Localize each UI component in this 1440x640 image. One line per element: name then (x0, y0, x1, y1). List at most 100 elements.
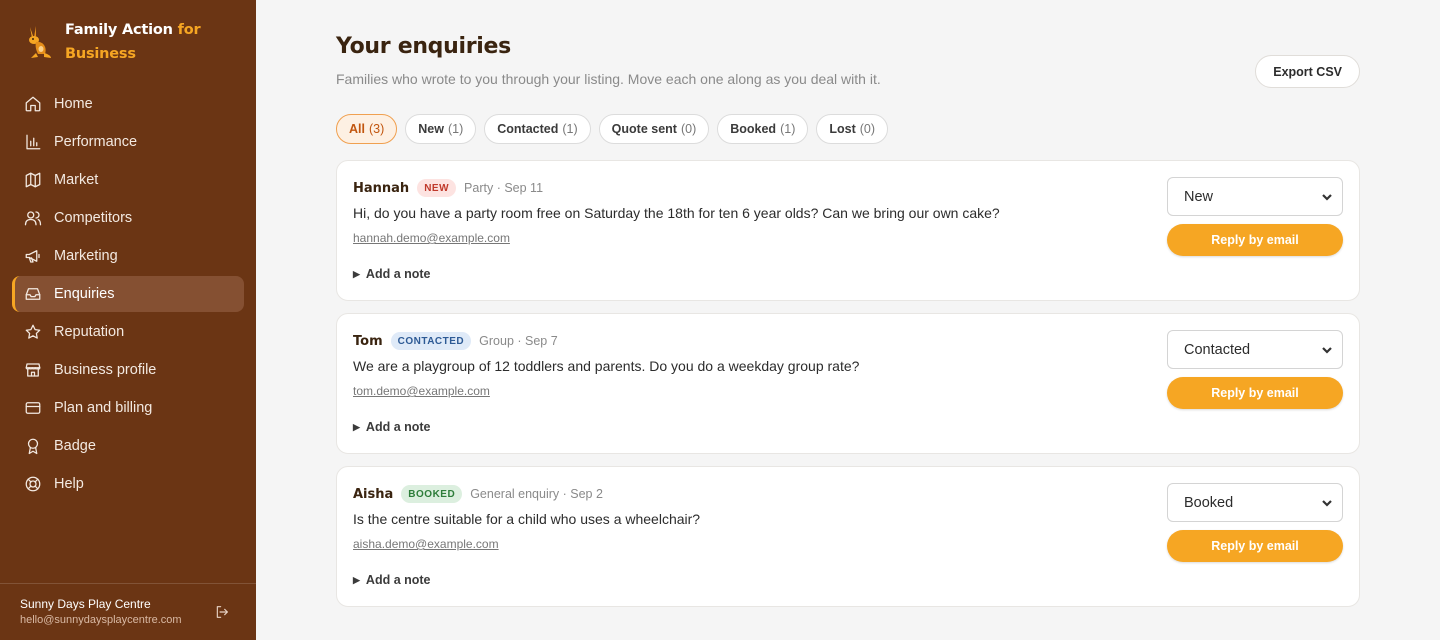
filter-label: Quote sent (611, 122, 677, 136)
status-select-value: New (1184, 188, 1214, 205)
add-note-label: Add a note (365, 267, 431, 281)
status-select-value: Booked (1184, 494, 1234, 511)
enquiry-meta: General enquiry · Sep 2 (470, 487, 603, 501)
sidebar: Family Action for Business Home Performa… (0, 0, 256, 640)
disclosure-triangle-icon: ▶ (353, 268, 360, 279)
sidebar-item-label: Competitors (54, 210, 133, 226)
enquiry-list: Hannah NEW Party · Sep 11 Hi, do you hav… (336, 160, 1360, 607)
brand[interactable]: Family Action for Business (0, 0, 256, 76)
filter-count: (1) (447, 122, 464, 136)
store-icon (24, 361, 42, 379)
enquirer-email-link[interactable]: tom.demo@example.com (353, 384, 490, 398)
filter-count: (3) (368, 122, 385, 136)
reply-by-email-button[interactable]: Reply by email (1167, 530, 1343, 562)
sidebar-nav: Home Performance Market Competitors Mark… (0, 86, 256, 502)
inbox-icon (24, 285, 42, 303)
bar-chart-icon (24, 133, 42, 151)
enquiry-meta: Group · Sep 7 (479, 334, 558, 348)
users-icon (24, 209, 42, 227)
brand-name: Family Action for Business (65, 22, 201, 62)
enquirer-email-link[interactable]: hannah.demo@example.com (353, 231, 510, 245)
sidebar-item-competitors[interactable]: Competitors (12, 200, 244, 236)
status-select-value: Contacted (1184, 341, 1251, 358)
filter-label: All (349, 122, 365, 136)
enquiry-card: Hannah NEW Party · Sep 11 Hi, do you hav… (336, 160, 1360, 301)
disclosure-triangle-icon: ▶ (353, 421, 360, 432)
page-subtitle: Families who wrote to you through your l… (336, 71, 881, 87)
disclosure-triangle-icon: ▶ (353, 574, 360, 585)
chevron-down-icon (1321, 191, 1333, 203)
account-name: Sunny Days Play Centre (20, 597, 151, 611)
award-icon (24, 437, 42, 455)
logout-icon[interactable] (214, 604, 230, 620)
status-select[interactable]: Contacted (1167, 330, 1343, 369)
sidebar-item-enquiries[interactable]: Enquiries (12, 276, 244, 312)
add-note-toggle[interactable]: ▶ Add a note (353, 420, 1343, 434)
map-icon (24, 171, 42, 189)
lifebuoy-icon (24, 475, 42, 493)
sidebar-item-label: Market (54, 172, 99, 188)
filter-label: Contacted (497, 122, 559, 136)
sidebar-item-label: Business profile (54, 362, 157, 378)
sidebar-item-marketing[interactable]: Marketing (12, 238, 244, 274)
sidebar-item-market[interactable]: Market (12, 162, 244, 198)
sidebar-item-home[interactable]: Home (12, 86, 244, 122)
enquirer-name: Aisha (353, 486, 394, 502)
enquirer-email-link[interactable]: aisha.demo@example.com (353, 537, 499, 551)
sidebar-item-badge[interactable]: Badge (12, 428, 244, 464)
filter-chip-lost[interactable]: Lost (0) (816, 114, 889, 144)
account-email: hello@sunnydaysplaycentre.com (20, 614, 182, 626)
filter-chip-all[interactable]: All (3) (336, 114, 398, 144)
sidebar-item-help[interactable]: Help (12, 466, 244, 502)
sidebar-item-label: Help (54, 476, 84, 492)
sidebar-item-label: Marketing (54, 248, 118, 264)
add-note-label: Add a note (365, 573, 431, 587)
filter-chip-contacted[interactable]: Contacted (1) (484, 114, 591, 144)
reply-by-email-button[interactable]: Reply by email (1167, 224, 1343, 256)
export-csv-button[interactable]: Export CSV (1255, 55, 1360, 88)
sidebar-item-label: Plan and billing (54, 400, 153, 416)
filter-chip-booked[interactable]: Booked (1) (717, 114, 809, 144)
status-select[interactable]: New (1167, 177, 1343, 216)
sidebar-item-label: Enquiries (54, 286, 115, 302)
status-badge: CONTACTED (390, 332, 472, 350)
add-note-toggle[interactable]: ▶ Add a note (353, 267, 1343, 281)
chevron-down-icon (1321, 497, 1333, 509)
page-title: Your enquiries (336, 34, 511, 59)
star-icon (24, 323, 42, 341)
kangaroo-logo-icon (29, 26, 51, 58)
enquirer-name: Tom (353, 333, 383, 349)
sidebar-item-label: Home (54, 96, 93, 112)
filter-count: (0) (859, 122, 876, 136)
filter-chip-quote-sent[interactable]: Quote sent (0) (598, 114, 710, 144)
sidebar-item-label: Reputation (54, 324, 125, 340)
reply-by-email-button[interactable]: Reply by email (1167, 377, 1343, 409)
filter-label: Booked (730, 122, 777, 136)
add-note-label: Add a note (365, 420, 431, 434)
status-badge: BOOKED (401, 485, 463, 503)
status-filter-bar: All (3) New (1) Contacted (1) Quote sent (0)… (336, 114, 1360, 144)
status-select[interactable]: Booked (1167, 483, 1343, 522)
megaphone-icon (24, 247, 42, 265)
filter-count: (1) (780, 122, 796, 136)
enquiry-card: Tom CONTACTED Group · Sep 7 We are a pla… (336, 313, 1360, 454)
add-note-toggle[interactable]: ▶ Add a note (353, 573, 1343, 587)
enquiry-card: Aisha BOOKED General enquiry · Sep 2 Is … (336, 466, 1360, 607)
filter-label: New (418, 122, 444, 136)
filter-chip-new[interactable]: New (1) (405, 114, 477, 144)
sidebar-item-business-profile[interactable]: Business profile (12, 352, 244, 388)
sidebar-item-label: Performance (54, 134, 138, 150)
sidebar-item-performance[interactable]: Performance (12, 124, 244, 160)
status-badge: NEW (417, 179, 457, 197)
sidebar-item-label: Badge (54, 438, 96, 454)
main-content: Your enquiries Families who wrote to you… (256, 0, 1440, 640)
filter-count: (1) (562, 122, 578, 136)
filter-label: Lost (829, 122, 856, 136)
sidebar-item-reputation[interactable]: Reputation (12, 314, 244, 350)
account-panel: Sunny Days Play Centre hello@sunnydayspl… (0, 583, 256, 640)
enquiry-meta: Party · Sep 11 (464, 181, 544, 195)
enquirer-name: Hannah (353, 180, 410, 196)
filter-count: (0) (680, 122, 697, 136)
chevron-down-icon (1321, 344, 1333, 356)
sidebar-item-plan-and-billing[interactable]: Plan and billing (12, 390, 244, 426)
